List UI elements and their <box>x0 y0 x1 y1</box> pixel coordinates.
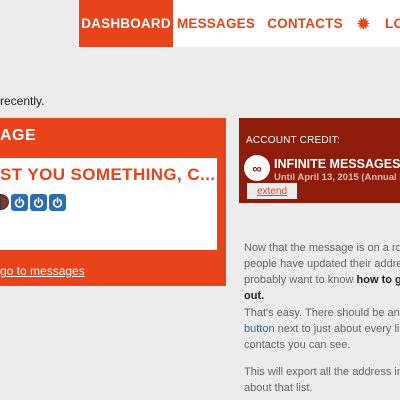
top-bar: DASHBOARD MESSAGES CONTACTS ✹ LO <box>0 0 400 47</box>
help-paragraph-1: Now that the message is on a roll a peop… <box>244 240 400 304</box>
help-emphasis: how to ge <box>356 274 400 286</box>
nav-dashboard[interactable]: DASHBOARD <box>79 0 173 47</box>
message-subject[interactable]: ST YOU SOMETHING, C... <box>0 165 215 185</box>
help-emphasis: out. <box>244 290 265 302</box>
nav-logout[interactable]: LO <box>376 0 400 47</box>
help-line: people have updated their address <box>244 258 400 270</box>
message-preview[interactable]: ST YOU SOMETHING, C... <box>0 158 217 250</box>
avatar <box>0 194 9 210</box>
nav-contacts[interactable]: CONTACTS <box>259 0 351 47</box>
help-paragraph-2: That's easy. There should be an ex butto… <box>244 305 400 353</box>
power-icon[interactable] <box>11 193 28 211</box>
help-paragraph-3: This will export all the address info ab… <box>244 364 400 396</box>
nav-messages[interactable]: MESSAGES <box>173 0 259 47</box>
power-icon[interactable] <box>49 193 66 211</box>
message-card-title: AGE <box>0 127 37 144</box>
export-button-link[interactable]: button <box>244 323 275 335</box>
help-line: button next to just about every list <box>244 321 400 337</box>
help-text: That's easy. There should be an <box>244 307 400 319</box>
help-line: Now that the message is on a roll a <box>244 242 400 254</box>
help-text: next to just about every list <box>274 323 400 335</box>
help-line: about that list. <box>244 382 313 394</box>
help-line: out. <box>244 288 400 304</box>
help-line: This will export all the address info <box>244 366 400 378</box>
power-icon[interactable] <box>30 193 47 211</box>
recipient-list <box>0 192 66 212</box>
help-line: contacts you can see. <box>244 339 351 351</box>
credit-label: ACCOUNT CREDIT: <box>246 135 340 146</box>
intro-text: recently. <box>0 94 45 108</box>
help-text: probably want to know <box>244 274 357 286</box>
help-line: probably want to know how to ge <box>244 272 400 288</box>
main-nav: DASHBOARD MESSAGES CONTACTS ✹ LO <box>79 0 400 47</box>
credit-until-text: Until April 13, 2015 (Annual pa <box>274 172 400 183</box>
go-to-messages-link[interactable]: go to messages <box>0 264 85 278</box>
credit-plan-name: INFINITE MESSAGES <box>274 157 400 171</box>
gear-icon[interactable]: ✹ <box>351 0 376 47</box>
infinity-icon: ∞ <box>244 155 270 181</box>
message-card: AGE ST YOU SOMETHING, C... go to message… <box>0 118 226 286</box>
help-line: That's easy. There should be an ex <box>244 305 400 321</box>
extend-button[interactable]: extend <box>247 183 297 199</box>
